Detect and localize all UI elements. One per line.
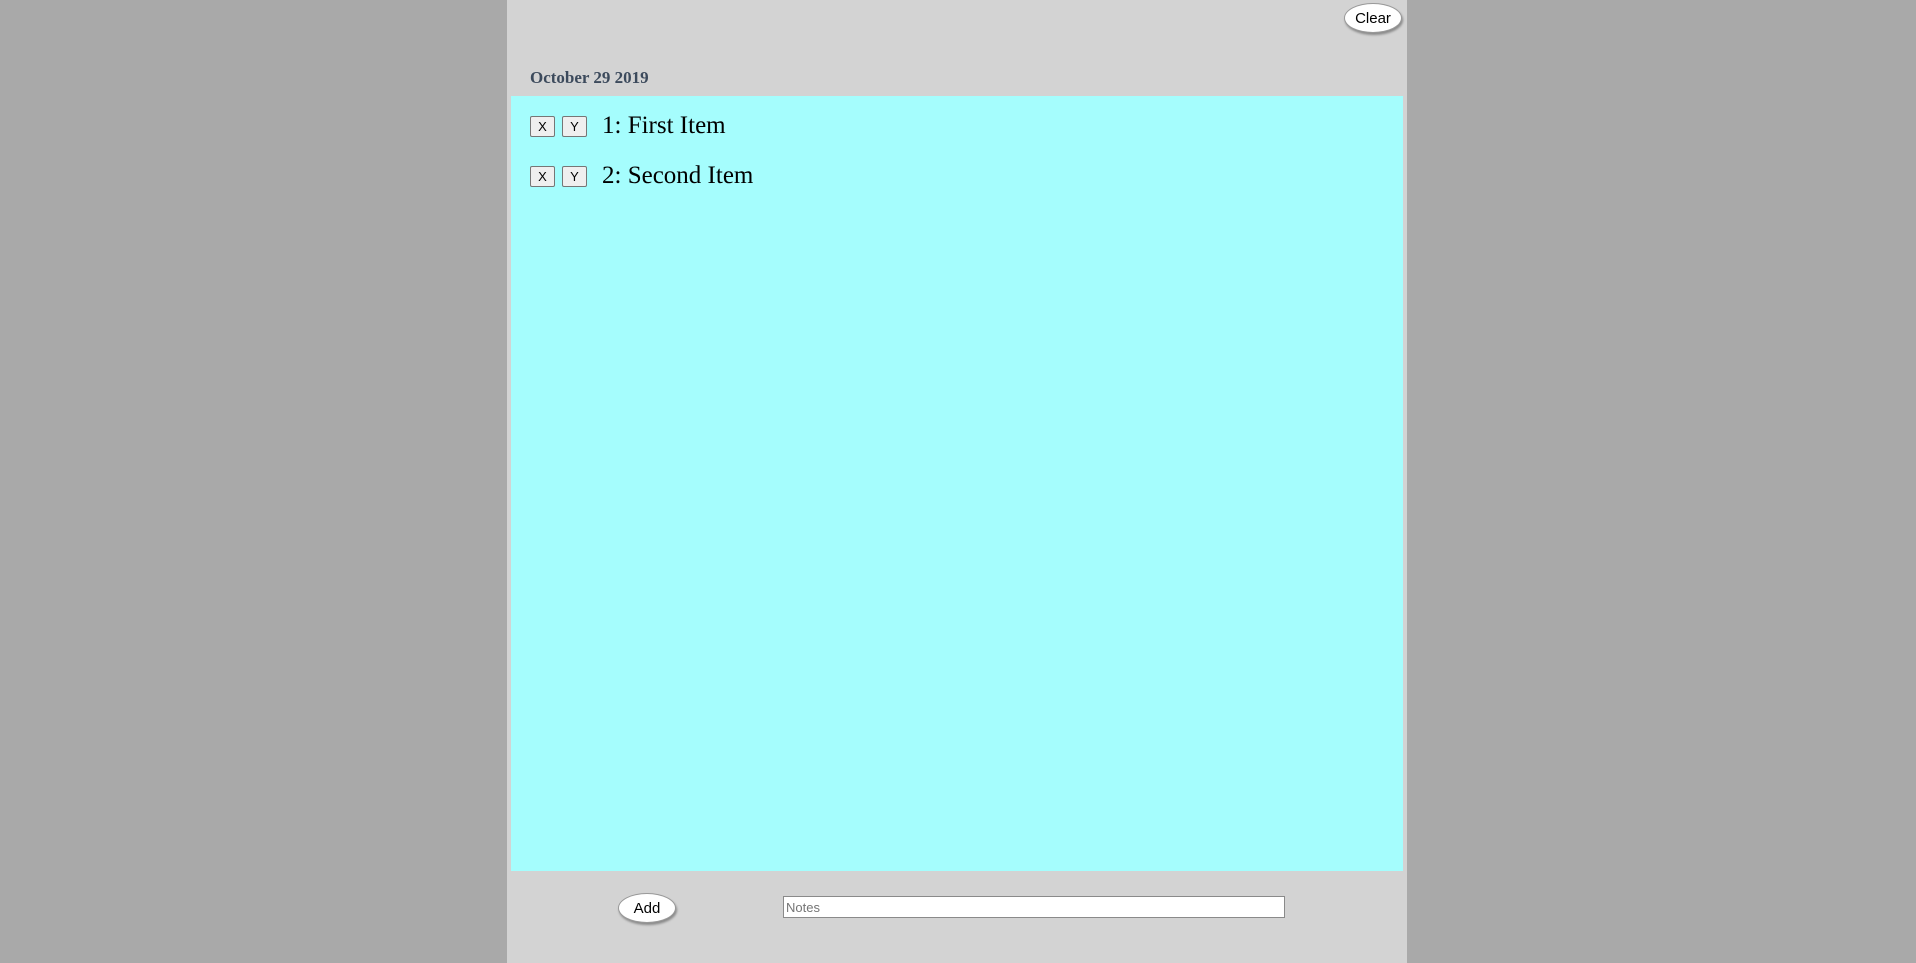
date-heading: October 29 2019 (530, 68, 649, 87)
list-item: X Y 1: First Item (530, 110, 726, 142)
notes-input[interactable] (783, 896, 1285, 918)
item-label: 1: First Item (602, 112, 726, 139)
confirm-item-button[interactable]: Y (562, 115, 587, 137)
app-panel: Clear October 29 2019 X Y 1: First Item … (507, 0, 1407, 963)
delete-item-button[interactable]: X (530, 165, 555, 187)
item-label: 2: Second Item (602, 162, 754, 189)
delete-item-button[interactable]: X (530, 115, 555, 137)
add-button[interactable]: Add (618, 893, 676, 923)
clear-button[interactable]: Clear (1344, 3, 1402, 33)
list-item: X Y 2: Second Item (530, 160, 753, 192)
confirm-item-button[interactable]: Y (562, 165, 587, 187)
item-list: X Y 1: First Item X Y 2: Second Item (511, 96, 1403, 871)
